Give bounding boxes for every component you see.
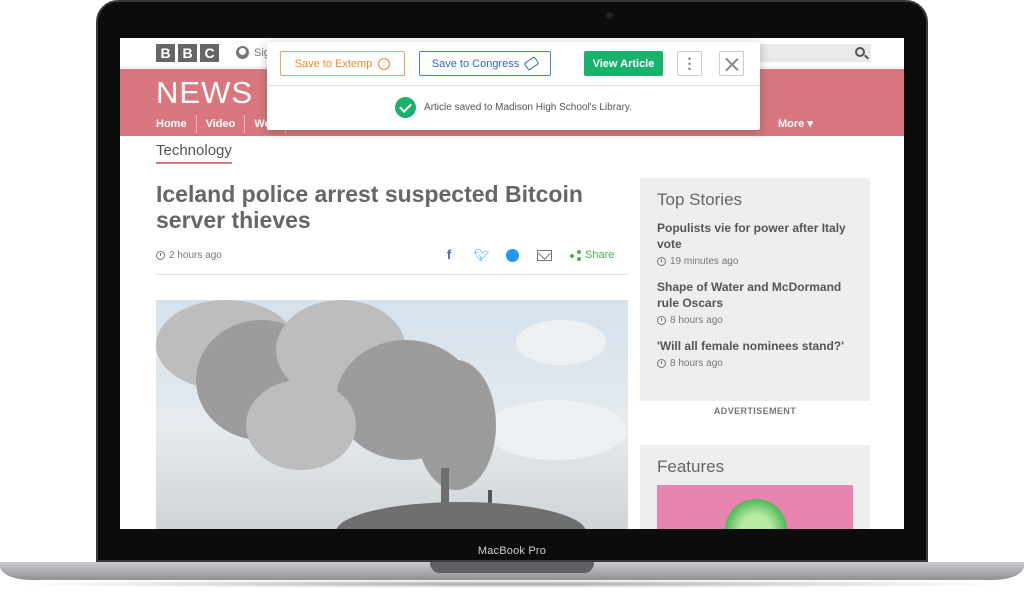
save-to-congress-label: Save to Congress	[431, 57, 520, 70]
cloud-shape	[486, 400, 626, 460]
story-item[interactable]: Populists vie for power after Italy vote…	[657, 220, 853, 267]
twitter-icon[interactable]: 🐦︎	[474, 248, 489, 262]
popup-divider	[267, 85, 760, 86]
close-button[interactable]	[719, 51, 744, 76]
story-time-label: 8 hours ago	[670, 315, 723, 326]
share-icon	[570, 249, 581, 261]
article-headline: Iceland police arrest suspected Bitcoin …	[156, 181, 583, 233]
divider	[156, 274, 628, 275]
article-timestamp: 2 hours ago	[156, 250, 222, 261]
nav-item-video[interactable]: Video	[197, 115, 246, 133]
sign-in-link[interactable]: Sig	[236, 46, 270, 59]
clock-icon	[657, 316, 666, 325]
story-title[interactable]: Shape of Water and McDormand rule Oscars	[657, 279, 853, 311]
story-time: 8 hours ago	[657, 315, 853, 326]
check-icon	[395, 97, 417, 118]
save-to-extemp-label: Save to Extemp	[294, 57, 373, 70]
story-time: 19 minutes ago	[657, 256, 853, 267]
search-input[interactable]	[760, 44, 871, 62]
share-bar: f 🐦︎ Share	[442, 248, 615, 263]
gavel-icon	[523, 56, 540, 71]
save-to-extemp-button[interactable]: Save to Extemp	[280, 51, 405, 76]
clock-icon	[657, 359, 666, 368]
search-icon[interactable]	[855, 47, 865, 57]
device-label: MacBook Pro	[477, 545, 547, 557]
alarm-clock-icon	[378, 57, 391, 70]
nav-item-home[interactable]: Home	[156, 115, 197, 133]
hill-shape	[336, 502, 586, 529]
top-stories-title: Top Stories	[657, 190, 743, 209]
section-label[interactable]: Technology	[156, 142, 232, 164]
top-stories-panel: Top Stories Populists vie for power afte…	[640, 178, 870, 401]
story-item[interactable]: 'Will all female nominees stand?' 8 hour…	[657, 338, 853, 369]
feature-image[interactable]	[657, 485, 853, 529]
email-icon[interactable]	[537, 249, 552, 261]
story-title[interactable]: 'Will all female nominees stand?'	[657, 338, 853, 354]
features-panel: Features	[640, 445, 870, 529]
view-article-button[interactable]: View Article	[584, 51, 663, 76]
laptop-shadow	[8, 580, 1016, 588]
cloud-shape	[516, 320, 606, 365]
save-to-congress-button[interactable]: Save to Congress	[419, 51, 551, 76]
stage: MacBook Pro B B C Sig NEWS Home Video Wo…	[0, 0, 1024, 591]
story-time-label: 8 hours ago	[670, 358, 723, 369]
timestamp-label: 2 hours ago	[169, 250, 222, 261]
logo-letter: C	[200, 44, 219, 62]
success-message-text: Article saved to Madison High School's L…	[424, 102, 632, 113]
share-label: Share	[585, 249, 615, 261]
cell-shape	[725, 499, 787, 529]
features-title: Features	[657, 457, 725, 476]
bbc-logo[interactable]: B B C	[156, 44, 219, 62]
browser-screen: B B C Sig NEWS Home Video Wor More ▾ Tec…	[120, 38, 904, 529]
save-article-popup: Save to Extemp Save to Congress View Art…	[267, 42, 760, 130]
smoke-shape	[416, 360, 496, 490]
messenger-icon[interactable]	[506, 248, 519, 262]
clock-icon	[156, 251, 165, 260]
story-time-label: 19 minutes ago	[670, 256, 739, 267]
nav-item-more[interactable]: More ▾	[778, 115, 813, 133]
facebook-icon[interactable]: f	[442, 248, 456, 262]
success-message: Article saved to Madison High School's L…	[267, 97, 760, 118]
clock-icon	[657, 257, 666, 266]
active-nav-indicator	[375, 164, 414, 167]
laptop-notch	[430, 562, 594, 573]
logo-letter: B	[178, 44, 197, 62]
story-item[interactable]: Shape of Water and McDormand rule Oscars…	[657, 279, 853, 326]
story-title[interactable]: Populists vie for power after Italy vote	[657, 220, 853, 252]
share-button[interactable]: Share	[570, 249, 614, 261]
news-title[interactable]: NEWS	[156, 75, 253, 111]
close-icon	[725, 57, 739, 71]
smoke-shape	[246, 380, 356, 470]
advertisement-label: ADVERTISEMENT	[713, 406, 797, 416]
camera-icon	[606, 12, 613, 19]
more-options-button[interactable]: ⋮	[677, 51, 702, 76]
user-icon	[236, 46, 249, 59]
article-hero-image	[156, 300, 628, 529]
logo-letter: B	[156, 44, 175, 62]
story-time: 8 hours ago	[657, 358, 853, 369]
